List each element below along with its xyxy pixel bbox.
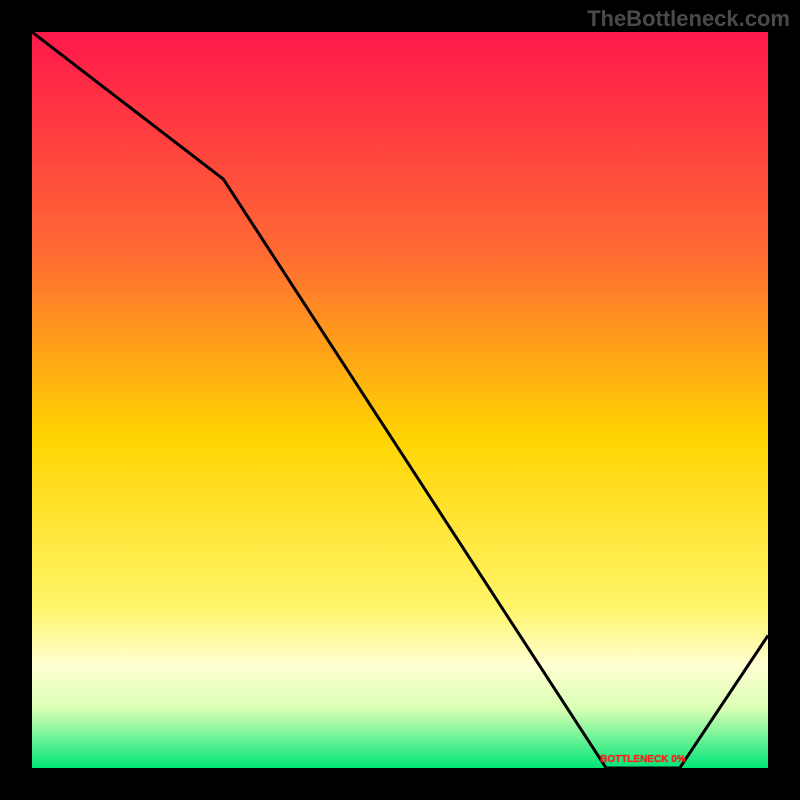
watermark-text: TheBottleneck.com xyxy=(587,6,790,32)
chart-line xyxy=(32,32,768,768)
bottleneck-label: BOTTLENECK 0% xyxy=(275,754,800,765)
plot-area: BOTTLENECK 0% xyxy=(32,32,768,768)
chart-frame: TheBottleneck.com BOTTLENECK 0% xyxy=(0,0,800,800)
